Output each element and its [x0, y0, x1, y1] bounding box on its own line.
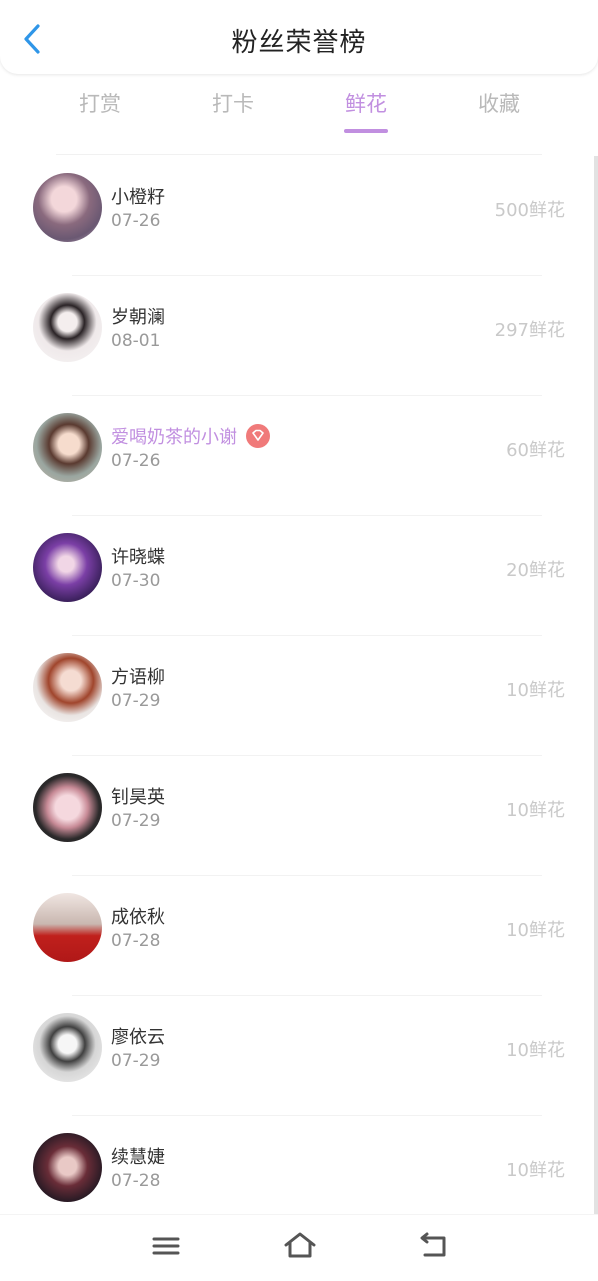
flower-count: 60鲜花 — [506, 440, 565, 461]
avatar — [33, 413, 102, 482]
list-item[interactable]: 爱喝奶茶的小谢 07-26 60鲜花 — [0, 396, 598, 516]
page-title: 粉丝荣誉榜 — [231, 28, 367, 58]
avatar — [33, 533, 102, 602]
list-item[interactable]: 钊昊英 07-29 10鲜花 — [0, 756, 598, 876]
tab-label: 打赏 — [79, 92, 121, 116]
flower-count: 500鲜花 — [494, 200, 565, 221]
fan-name: 钊昊英 — [111, 787, 165, 808]
fan-date: 08-01 — [111, 331, 161, 351]
fan-name: 成依秋 — [111, 907, 165, 928]
flower-count: 297鲜花 — [494, 320, 565, 341]
tab-checkin[interactable]: 打卡 — [173, 88, 293, 118]
back-icon[interactable] — [413, 1229, 453, 1263]
home-icon[interactable] — [280, 1229, 320, 1263]
top-bar: 粉丝荣誉榜 — [0, 0, 598, 74]
avatar — [33, 1013, 102, 1082]
menu-icon[interactable] — [146, 1229, 186, 1263]
fan-date: 07-26 — [111, 211, 161, 231]
fan-name-text: 爱喝奶茶的小谢 — [111, 427, 237, 448]
flower-count: 20鲜花 — [506, 560, 565, 581]
fan-list: 小橙籽 07-26 500鲜花 岁朝澜 08-01 297鲜花 爱喝奶茶的小谢 … — [0, 156, 598, 1236]
divider — [56, 154, 542, 155]
tab-label: 鲜花 — [345, 92, 387, 116]
list-item[interactable]: 廖依云 07-29 10鲜花 — [0, 996, 598, 1116]
fan-name: 廖依云 — [111, 1027, 165, 1048]
diamond-badge-icon — [246, 424, 270, 448]
avatar — [33, 173, 102, 242]
diamond-icon — [252, 429, 264, 441]
fan-date: 07-28 — [111, 1171, 161, 1191]
fan-name: 爱喝奶茶的小谢 — [111, 423, 270, 450]
list-item[interactable]: 方语柳 07-29 10鲜花 — [0, 636, 598, 756]
tab-label: 打卡 — [212, 92, 254, 116]
tab-label: 收藏 — [478, 92, 520, 116]
avatar — [33, 893, 102, 962]
fan-name: 许晓蝶 — [111, 547, 165, 568]
avatar — [33, 293, 102, 362]
flower-count: 10鲜花 — [506, 1040, 565, 1061]
fan-name: 方语柳 — [111, 667, 165, 688]
fan-date: 07-29 — [111, 811, 161, 831]
flower-count: 10鲜花 — [506, 1160, 565, 1181]
list-item[interactable]: 成依秋 07-28 10鲜花 — [0, 876, 598, 996]
fan-name: 岁朝澜 — [111, 307, 165, 328]
tab-reward[interactable]: 打赏 — [40, 88, 160, 118]
fan-date: 07-30 — [111, 571, 161, 591]
flower-count: 10鲜花 — [506, 920, 565, 941]
fan-name: 小橙籽 — [111, 187, 165, 208]
flower-count: 10鲜花 — [506, 800, 565, 821]
fan-date: 07-28 — [111, 931, 161, 951]
system-nav-bar — [0, 1214, 598, 1281]
avatar — [33, 653, 102, 722]
fan-name: 续慧婕 — [111, 1147, 165, 1168]
active-tab-indicator — [344, 129, 388, 133]
list-item[interactable]: 岁朝澜 08-01 297鲜花 — [0, 276, 598, 396]
fan-date: 07-29 — [111, 691, 161, 711]
flower-count: 10鲜花 — [506, 680, 565, 701]
tab-flowers[interactable]: 鲜花 — [306, 88, 426, 133]
fan-date: 07-26 — [111, 451, 161, 471]
list-item[interactable]: 许晓蝶 07-30 20鲜花 — [0, 516, 598, 636]
avatar — [33, 1133, 102, 1202]
tab-bar: 打赏 打卡 鲜花 收藏 — [0, 88, 598, 138]
fan-date: 07-29 — [111, 1051, 161, 1071]
tab-favorites[interactable]: 收藏 — [439, 88, 559, 118]
avatar — [33, 773, 102, 842]
list-item[interactable]: 小橙籽 07-26 500鲜花 — [0, 156, 598, 276]
